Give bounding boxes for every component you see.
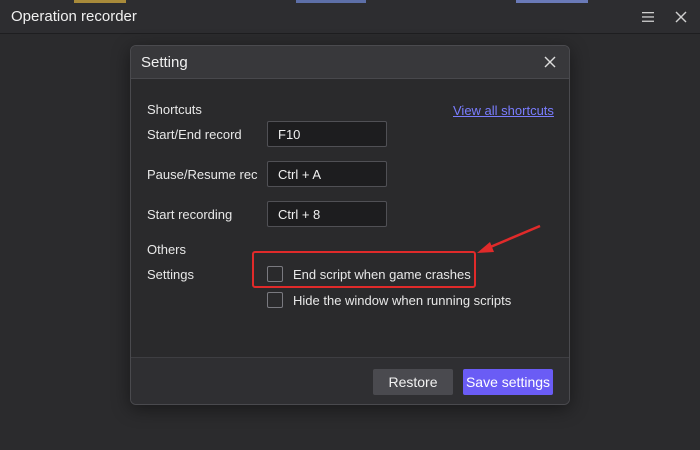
dialog-title: Setting xyxy=(141,54,188,71)
dialog-footer: Restore Save settings xyxy=(131,357,569,404)
shortcuts-section-label: Shortcuts xyxy=(147,102,202,117)
background-decoration xyxy=(516,0,588,3)
dialog-header: Setting xyxy=(131,46,569,79)
shortcut-label-start-recording: Start recording xyxy=(147,207,233,222)
hamburger-icon xyxy=(642,12,654,22)
annotation-highlight-box xyxy=(252,251,476,288)
close-icon xyxy=(544,56,556,68)
shortcut-label-pause-resume: Pause/Resume rec xyxy=(147,167,258,182)
hide-window-checkbox-label[interactable]: Hide the window when running scripts xyxy=(293,293,511,308)
app-title: Operation recorder xyxy=(11,8,137,25)
settings-row-label: Settings xyxy=(147,267,194,282)
dialog-close-button[interactable] xyxy=(541,53,559,71)
close-icon xyxy=(675,11,687,23)
save-settings-button[interactable]: Save settings xyxy=(463,369,553,395)
background-decoration xyxy=(296,0,366,3)
shortcut-input-pause-resume[interactable] xyxy=(267,161,387,187)
menu-button[interactable] xyxy=(638,7,658,27)
app-close-button[interactable] xyxy=(671,7,691,27)
shortcut-label-start-end: Start/End record xyxy=(147,127,242,142)
others-section-label: Others xyxy=(147,242,187,257)
app-titlebar: Operation recorder xyxy=(0,0,700,34)
settings-dialog: Setting Shortcuts View all shortcuts Sta… xyxy=(130,45,570,405)
shortcut-input-start-recording[interactable] xyxy=(267,201,387,227)
restore-button[interactable]: Restore xyxy=(373,369,453,395)
view-all-shortcuts-link[interactable]: View all shortcuts xyxy=(453,103,554,118)
background-decoration xyxy=(74,0,126,3)
shortcut-input-start-end[interactable] xyxy=(267,121,387,147)
hide-window-checkbox[interactable] xyxy=(267,292,283,308)
